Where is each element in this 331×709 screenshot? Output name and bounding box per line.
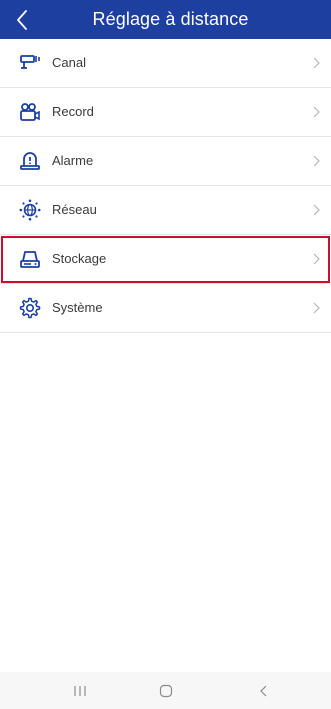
chevron-right-icon — [313, 155, 320, 167]
chevron-right-icon — [313, 106, 320, 118]
back-button[interactable] — [0, 0, 44, 39]
chevron-left-icon — [17, 9, 27, 30]
menu-item-canal[interactable]: Canal — [0, 39, 331, 88]
gear-icon — [19, 297, 41, 319]
video-record-icon — [19, 101, 41, 123]
menu-item-label: Stockage — [52, 251, 107, 266]
system-back-button[interactable] — [234, 672, 294, 709]
menu-item-label: Canal — [52, 55, 86, 70]
home-icon — [159, 684, 173, 697]
back-icon — [260, 685, 267, 696]
menu-item-stockage[interactable]: Stockage — [0, 235, 331, 284]
menu-item-label: Alarme — [52, 153, 94, 168]
network-globe-icon — [19, 199, 41, 221]
system-nav-bar — [0, 672, 331, 709]
home-button[interactable] — [136, 672, 196, 709]
menu-item-label: Record — [52, 104, 94, 119]
settings-menu: Canal Record Alarme Réseau Stockage Syst… — [0, 39, 331, 333]
menu-item-label: Réseau — [52, 202, 97, 217]
chevron-right-icon — [313, 57, 320, 69]
menu-item-record[interactable]: Record — [0, 88, 331, 137]
recent-apps-icon — [74, 685, 86, 696]
menu-item-label: Système — [52, 300, 103, 315]
menu-item-systeme[interactable]: Système — [0, 284, 331, 333]
chevron-right-icon — [313, 253, 320, 265]
app-header: Réglage à distance — [0, 0, 331, 39]
recent-apps-button[interactable] — [50, 672, 110, 709]
menu-item-reseau[interactable]: Réseau — [0, 186, 331, 235]
camera-icon — [19, 52, 41, 74]
page-title: Réglage à distance — [92, 9, 249, 29]
chevron-right-icon — [313, 302, 320, 314]
hard-drive-icon — [19, 248, 41, 270]
alarm-light-icon — [19, 150, 41, 172]
menu-item-alarme[interactable]: Alarme — [0, 137, 331, 186]
chevron-right-icon — [313, 204, 320, 216]
